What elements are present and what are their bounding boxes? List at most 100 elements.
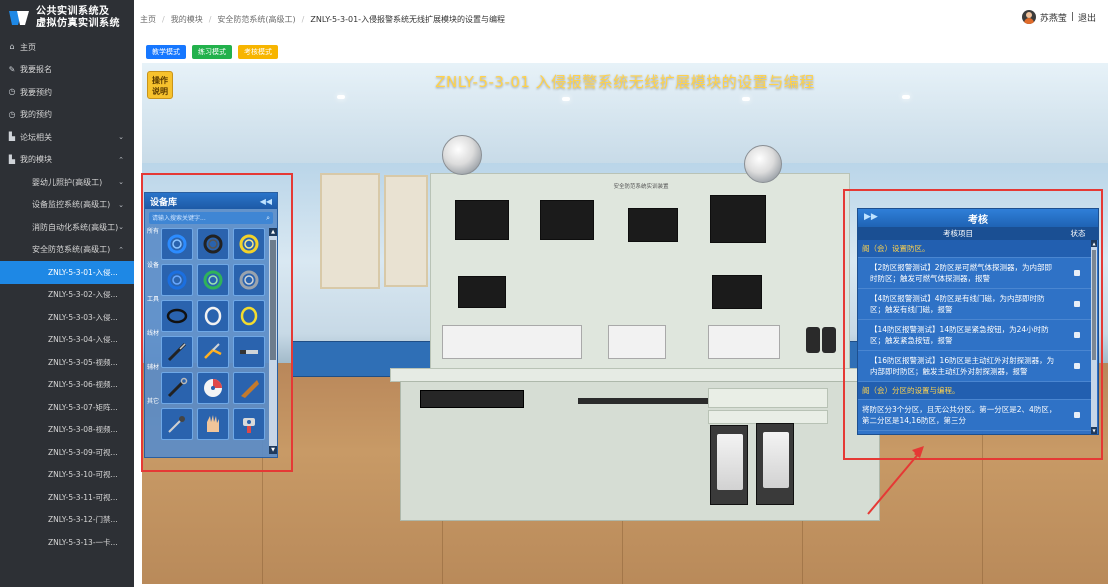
sidebar-item-label: 论坛相关 — [20, 132, 52, 142]
practice-mode-button[interactable]: 练习模式 — [192, 45, 232, 59]
user-area: 苏燕莹 | 退出 — [1021, 10, 1096, 24]
pc-tower-face — [763, 432, 789, 488]
monitor-screen[interactable] — [628, 208, 678, 242]
dome-camera[interactable] — [442, 135, 482, 175]
sidebar-item-label: ZNLY-5-3-08-视频... — [48, 425, 118, 435]
highlight-frame-exam — [843, 189, 1103, 460]
sidebar-item-label: ZNLY-5-3-02-入侵... — [48, 290, 118, 300]
sidebar-item-label: ZNLY-5-3-07-矩阵... — [48, 402, 118, 412]
sidebar-item-znly-02[interactable]: ZNLY-5-3-02-入侵... — [0, 284, 134, 307]
sidebar: 公共实训系统及 虚拟仿真实训系统 ⌂ 主页 ✎ 我要报名 ◷ 我要预约 ◷ 我的… — [0, 0, 134, 587]
monitor-screen[interactable] — [712, 275, 762, 309]
brand-logo-icon — [9, 11, 29, 25]
rack-device[interactable] — [578, 398, 708, 404]
op-line2: 说明 — [152, 87, 168, 96]
exam-mode-button[interactable]: 考核模式 — [238, 45, 278, 59]
breadcrumb-separator: / — [162, 14, 165, 24]
sidebar-item-label: ZNLY-5-3-13-一卡... — [48, 537, 118, 547]
sidebar-item-znly-01[interactable]: ZNLY-5-3-01-入侵... — [0, 261, 134, 284]
sidebar-menu: ⌂ 主页 ✎ 我要报名 ◷ 我要预约 ◷ 我的预约 ▙ 论坛相关 ⌄ ▙ 我的模… — [0, 36, 134, 554]
breadcrumb: 主页 / 我的模块 / 安全防范系统(高级工) / ZNLY-5-3-01-入侵… — [140, 14, 505, 25]
brand-line2: 虚拟仿真实训系统 — [36, 18, 120, 29]
sidebar-item-my-reservations[interactable]: ◷ 我的预约 — [0, 104, 134, 127]
highlight-frame-library — [141, 173, 293, 472]
brand-title: 公共实训系统及 虚拟仿真实训系统 — [36, 6, 120, 30]
terminal-block[interactable] — [608, 325, 666, 359]
pc-tower[interactable] — [756, 423, 794, 505]
user-separator: | — [1070, 12, 1074, 22]
chevron-down-icon: ⌄ — [118, 178, 124, 187]
sidebar-item-equipment-monitoring[interactable]: 设备监控系统(高级工) ⌄ — [0, 194, 134, 217]
ceiling-light — [902, 95, 910, 99]
speaker[interactable] — [806, 327, 820, 353]
terminal-block[interactable] — [442, 325, 582, 359]
user-name[interactable]: 苏燕莹 — [1040, 11, 1067, 24]
chart-icon: ▙ — [8, 132, 16, 142]
sidebar-item-znly-13[interactable]: ZNLY-5-3-13-一卡... — [0, 531, 134, 554]
sidebar-item-my-modules[interactable]: ▙ 我的模块 ⌃ — [0, 149, 134, 172]
sidebar-item-znly-12[interactable]: ZNLY-5-3-12-门禁... — [0, 509, 134, 532]
sidebar-item-label: 消防自动化系统(高级工) — [32, 222, 119, 232]
sidebar-item-infant-care[interactable]: 婴幼儿照护(高级工) ⌄ — [0, 171, 134, 194]
sidebar-item-znly-08[interactable]: ZNLY-5-3-08-视频... — [0, 419, 134, 442]
sidebar-item-znly-03[interactable]: ZNLY-5-3-03-入侵... — [0, 306, 134, 329]
wall-poster — [384, 175, 428, 287]
sidebar-item-znly-09[interactable]: ZNLY-5-3-09-可视... — [0, 441, 134, 464]
chevron-down-icon: ⌄ — [118, 133, 124, 142]
breadcrumb-category[interactable]: 安全防范系统(高级工) — [217, 14, 295, 25]
sidebar-item-znly-07[interactable]: ZNLY-5-3-07-矩阵... — [0, 396, 134, 419]
sidebar-item-label: ZNLY-5-3-10-可视... — [48, 470, 118, 480]
chart-icon: ▙ — [8, 154, 16, 164]
sidebar-item-znly-10[interactable]: ZNLY-5-3-10-可视... — [0, 464, 134, 487]
sidebar-item-signup[interactable]: ✎ 我要报名 — [0, 59, 134, 82]
monitor-screen[interactable] — [540, 200, 594, 240]
chevron-up-icon: ⌃ — [118, 245, 124, 254]
sidebar-item-znly-05[interactable]: ZNLY-5-3-05-视频... — [0, 351, 134, 374]
drawer[interactable] — [708, 410, 828, 424]
mode-switcher: 教学模式 练习模式 考核模式 — [146, 45, 278, 59]
sidebar-item-znly-06[interactable]: ZNLY-5-3-06-视频... — [0, 374, 134, 397]
pc-tower[interactable] — [710, 425, 748, 505]
signup-icon: ✎ — [8, 64, 16, 74]
chevron-down-icon: ⌄ — [118, 200, 124, 209]
avatar — [1021, 10, 1036, 24]
speaker[interactable] — [822, 327, 836, 353]
monitor-screen[interactable] — [458, 276, 506, 308]
sidebar-item-label: 我的预约 — [20, 110, 52, 120]
breadcrumb-separator: / — [301, 14, 305, 24]
sidebar-item-label: ZNLY-5-3-11-可视... — [48, 492, 118, 502]
sidebar-item-label: 婴幼儿照护(高级工) — [32, 177, 103, 187]
scene-title: ZNLY-5-3-01 入侵报警系统无线扩展模块的设置与编程 — [435, 73, 815, 91]
sidebar-item-znly-04[interactable]: ZNLY-5-3-04-入侵... — [0, 329, 134, 352]
sidebar-item-security-system[interactable]: 安全防范系统(高级工) ⌃ — [0, 239, 134, 262]
chevron-up-icon: ⌃ — [118, 155, 124, 164]
video-recorder[interactable] — [420, 390, 524, 408]
sidebar-item-fire-automation[interactable]: 消防自动化系统(高级工) ⌄ — [0, 216, 134, 239]
sidebar-item-label: ZNLY-5-3-09-可视... — [48, 447, 118, 457]
drawer[interactable] — [708, 388, 828, 408]
operation-guide-button[interactable]: 操作 说明 — [147, 71, 173, 99]
sidebar-item-label: ZNLY-5-3-06-视频... — [48, 380, 118, 390]
breadcrumb-home[interactable]: 主页 — [140, 14, 156, 25]
terminal-block[interactable] — [708, 325, 780, 359]
logout-link[interactable]: 退出 — [1078, 11, 1096, 24]
monitor-screen[interactable] — [455, 200, 509, 240]
teach-mode-button[interactable]: 教学模式 — [146, 45, 186, 59]
monitor-screen[interactable] — [710, 195, 766, 243]
dome-camera[interactable] — [744, 145, 782, 183]
sidebar-item-znly-11[interactable]: ZNLY-5-3-11-可视... — [0, 486, 134, 509]
sidebar-item-reserve[interactable]: ◷ 我要预约 — [0, 81, 134, 104]
bench-top — [390, 368, 890, 382]
red-arrow-icon — [867, 446, 924, 515]
brand-line1: 公共实训系统及 — [36, 6, 110, 17]
sidebar-item-label: 我要预约 — [20, 87, 52, 97]
sidebar-item-label: ZNLY-5-3-04-入侵... — [48, 335, 118, 345]
sidebar-item-label: 主页 — [20, 42, 36, 52]
op-line1: 操作 — [152, 76, 168, 85]
breadcrumb-module[interactable]: 我的模块 — [171, 14, 203, 25]
pc-tower-face — [717, 434, 743, 490]
sidebar-item-label: ZNLY-5-3-03-入侵... — [48, 312, 118, 322]
home-icon: ⌂ — [9, 42, 15, 52]
sidebar-item-home[interactable]: ⌂ 主页 — [0, 36, 134, 59]
sidebar-item-forum[interactable]: ▙ 论坛相关 ⌄ — [0, 126, 134, 149]
